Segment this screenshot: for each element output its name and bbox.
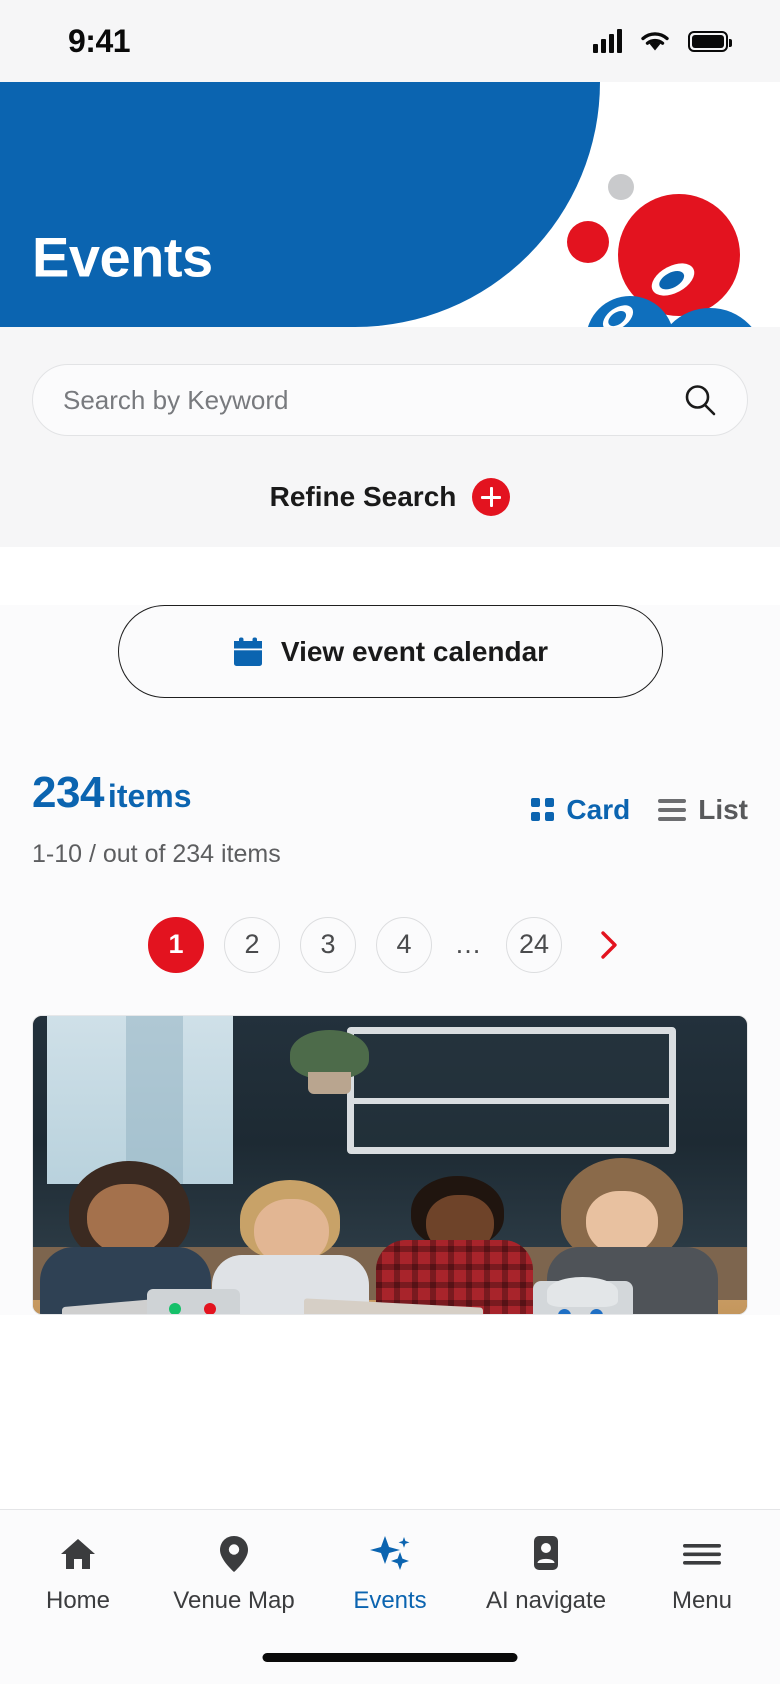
view-event-calendar-label: View event calendar <box>280 635 549 667</box>
pagination-page-2[interactable]: 2 <box>224 916 280 973</box>
status-time: 9:41 <box>68 22 131 59</box>
nav-item-venue-map-label: Venue Map <box>173 1587 295 1614</box>
wifi-icon <box>641 32 669 51</box>
event-card-image <box>33 1015 747 1314</box>
decorative-blob-gray-dot <box>608 174 634 200</box>
pagination-ellipsis: … <box>454 929 484 959</box>
event-card[interactable] <box>32 1014 748 1315</box>
results-count: 234 items <box>32 768 192 818</box>
refine-search-label: Refine Search <box>269 481 457 512</box>
page-title: Events <box>32 225 213 289</box>
pagination-page-3[interactable]: 3 <box>300 916 356 973</box>
hero-blue-shape <box>0 82 600 327</box>
view-mode-toggle: Card List <box>531 794 748 826</box>
view-mode-list-label: List <box>698 793 748 825</box>
view-mode-list[interactable]: List <box>658 794 748 826</box>
status-bar: 9:41 <box>0 0 780 82</box>
nav-item-ai-navigate-label: AI navigate <box>485 1587 607 1614</box>
list-icon <box>658 798 687 821</box>
hamburger-menu-icon <box>681 1532 723 1576</box>
results-count-number: 234 <box>32 768 104 817</box>
search-icon[interactable] <box>683 383 717 417</box>
view-event-calendar-button[interactable]: View event calendar <box>117 605 663 698</box>
nav-item-home[interactable]: Home <box>0 1532 156 1684</box>
pagination-page-1[interactable]: 1 <box>148 916 204 973</box>
grid-icon <box>531 798 555 821</box>
nav-item-home-label: Home <box>45 1587 111 1614</box>
bottom-navigation: Home Venue Map Events AI navigate Menu <box>0 1509 780 1684</box>
view-mode-card-label: Card <box>566 793 631 825</box>
home-icon <box>58 1532 98 1576</box>
nav-item-events-label: Events <box>353 1587 427 1614</box>
battery-full-icon <box>688 30 732 52</box>
ai-badge-icon <box>528 1532 564 1576</box>
nav-item-menu[interactable]: Menu <box>624 1532 780 1684</box>
search-bar[interactable] <box>32 364 748 436</box>
search-section: Refine Search <box>0 327 780 547</box>
cellular-signal-icon <box>593 29 622 53</box>
page-hero-banner: Events <box>0 82 780 327</box>
decorative-blob-red-small <box>567 221 609 263</box>
refine-search-button[interactable]: Refine Search <box>32 478 748 516</box>
chevron-right-icon <box>601 930 617 959</box>
results-count-unit: items <box>107 778 192 814</box>
calendar-icon <box>233 637 262 666</box>
status-icons <box>593 29 732 53</box>
pagination: 1 2 3 4 … 24 <box>32 916 748 973</box>
map-pin-icon <box>216 1532 252 1576</box>
pagination-next-button[interactable] <box>586 917 632 973</box>
sparkle-star-icon <box>368 1532 412 1576</box>
results-range-text: 1-10 / out of 234 items <box>32 839 281 868</box>
plus-icon[interactable] <box>472 478 511 516</box>
search-input[interactable] <box>63 384 683 416</box>
results-header: 234 items Card List <box>32 768 748 826</box>
view-mode-card[interactable]: Card <box>531 794 630 826</box>
pagination-page-4[interactable]: 4 <box>376 916 432 973</box>
home-indicator <box>262 1653 518 1662</box>
pagination-page-24[interactable]: 24 <box>506 916 562 973</box>
main-content: View event calendar 234 items Card List 1… <box>0 605 780 1315</box>
nav-item-menu-label: Menu <box>671 1587 733 1614</box>
